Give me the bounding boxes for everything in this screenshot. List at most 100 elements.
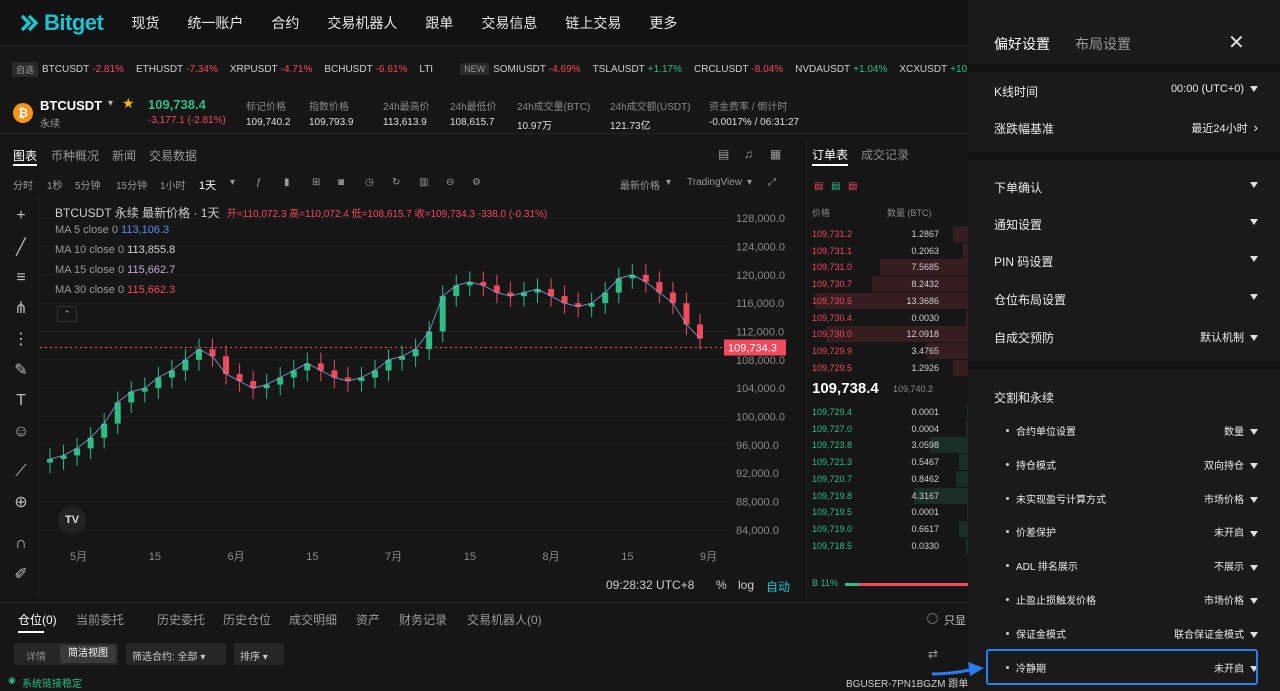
- ticker-item[interactable]: SOMIUSDT -4.69%: [493, 64, 580, 75]
- lock-draw-icon[interactable]: ✐: [11, 565, 31, 585]
- ask-row[interactable]: 109,729.5 1.2926: [807, 359, 969, 376]
- futures-setting-row[interactable]: 止盈止损触发价格 市场价格: [994, 590, 1258, 610]
- symbol-name[interactable]: BTCUSDT: [40, 98, 102, 113]
- ob-view-both-icon[interactable]: ▤: [814, 181, 823, 192]
- tab-assets[interactable]: 资产: [356, 611, 380, 628]
- order-confirm-setting[interactable]: 下单确认: [994, 177, 1258, 197]
- zoom-icon[interactable]: ⊕: [11, 493, 31, 513]
- grid-icon[interactable]: ▦: [770, 147, 781, 161]
- tab-news[interactable]: 新闻: [112, 147, 136, 164]
- filter-contract-select[interactable]: 筛选合约: 全部 ▾: [126, 643, 226, 665]
- bid-row[interactable]: 109,720.7 0.8462: [807, 470, 969, 487]
- tf-tick[interactable]: 分时: [13, 177, 33, 192]
- tab-trade-details[interactable]: 成交明细: [289, 611, 337, 628]
- tradingview-dropdown-icon[interactable]: ▾: [747, 177, 752, 188]
- ticker-item[interactable]: BCHUSDT -6.61%: [324, 64, 407, 75]
- horizontal-lines-icon[interactable]: ≡: [11, 268, 31, 288]
- bid-row[interactable]: 109,723.8 3.0598: [807, 437, 969, 454]
- bid-row[interactable]: 109,719.0 0.6617: [807, 520, 969, 537]
- trendline-icon[interactable]: ╱: [11, 238, 31, 258]
- fib-icon[interactable]: ⋮: [11, 330, 31, 350]
- bid-row[interactable]: 109,727.0 0.0004: [807, 420, 969, 437]
- pin-setting[interactable]: PIN 码设置: [994, 251, 1258, 271]
- ticker-item[interactable]: ETHUSDT -7.34%: [136, 64, 218, 75]
- emoji-icon[interactable]: ☺: [11, 422, 31, 442]
- symbol-dropdown-icon[interactable]: ▾: [108, 98, 113, 109]
- self-trade-prevention-setting[interactable]: 自成交预防 默认机制: [994, 327, 1258, 347]
- nav-trade-info[interactable]: 交易信息: [481, 13, 537, 33]
- bitget-logo[interactable]: Bitget: [18, 10, 104, 36]
- tab-trade-data[interactable]: 交易数据: [149, 147, 197, 164]
- notify-setting[interactable]: 通知设置: [994, 214, 1258, 234]
- sort-select[interactable]: 排序 ▾: [234, 643, 284, 665]
- fullscreen-icon[interactable]: ⤢: [768, 177, 776, 188]
- camera-icon[interactable]: ◙: [338, 177, 344, 188]
- ticker-item[interactable]: BTCUSDT -2.81%: [42, 64, 124, 75]
- kline-time-setting[interactable]: K线时间 00:00 (UTC+0): [994, 81, 1258, 101]
- futures-setting-row[interactable]: 未实现盈亏计算方式 市场价格: [994, 489, 1258, 509]
- position-layout-setting[interactable]: 仓位布局设置: [994, 289, 1258, 309]
- tab-orderbook[interactable]: 订单表: [812, 146, 848, 163]
- futures-setting-row[interactable]: 持仓模式 双向持仓: [994, 455, 1258, 475]
- ruler-icon[interactable]: ⟋: [11, 462, 31, 482]
- magnet-icon[interactable]: ∩: [11, 534, 31, 554]
- ticker-item[interactable]: LTI: [419, 64, 436, 75]
- tab-position-history[interactable]: 历史仓位: [223, 611, 271, 628]
- bid-row[interactable]: 109,719.5 0.0001: [807, 504, 969, 521]
- nav-trading-bots[interactable]: 交易机器人: [327, 13, 397, 33]
- futures-setting-row[interactable]: 价差保护 未开启: [994, 522, 1258, 542]
- tf-5m[interactable]: 5分钟: [75, 177, 101, 192]
- bell-icon[interactable]: ♫: [744, 147, 753, 161]
- ask-row[interactable]: 109,730.5 13.3686: [807, 292, 969, 309]
- ticker-item[interactable]: TSLAUSDT +1.17%: [593, 64, 682, 75]
- nav-onchain[interactable]: 链上交易: [565, 13, 621, 33]
- tf-1s[interactable]: 1秒: [47, 177, 63, 192]
- ask-row[interactable]: 109,730.7 8.2432: [807, 276, 969, 293]
- new-tag[interactable]: NEW: [460, 63, 490, 75]
- bid-row[interactable]: 109,729.4 0.0001: [807, 404, 969, 420]
- ask-row[interactable]: 109,731.1 0.2063: [807, 242, 969, 259]
- refresh-icon[interactable]: ↻: [392, 177, 400, 188]
- percent-toggle[interactable]: %: [716, 578, 727, 592]
- price-mode-dropdown-icon[interactable]: ▾: [666, 177, 671, 188]
- settings-gear-icon[interactable]: ⚙: [472, 177, 481, 188]
- close-icon[interactable]: ✕: [1228, 30, 1245, 55]
- nav-unified-account[interactable]: 统一账户: [187, 13, 243, 33]
- tab-financial-records[interactable]: 财务记录: [399, 611, 447, 628]
- text-icon[interactable]: T: [11, 391, 31, 411]
- tf-15m[interactable]: 15分钟: [116, 177, 147, 192]
- auto-toggle[interactable]: 自动: [766, 578, 790, 595]
- nav-more[interactable]: 更多: [649, 13, 677, 33]
- bid-row[interactable]: 109,721.3 0.5467: [807, 454, 969, 471]
- futures-setting-row[interactable]: ADL 排名展示 不展示: [994, 556, 1258, 576]
- futures-setting-row[interactable]: 保证金模式 联合保证金模式: [994, 624, 1258, 644]
- tab-positions[interactable]: 仓位(0): [18, 611, 57, 628]
- tab-order-history[interactable]: 历史委托: [157, 611, 205, 628]
- indicator-icon[interactable]: ƒ: [256, 177, 262, 188]
- candle-type-icon[interactable]: ▮: [284, 177, 290, 188]
- tradingview-select[interactable]: TradingView: [687, 177, 742, 188]
- log-toggle[interactable]: log: [738, 578, 754, 592]
- ask-row[interactable]: 109,731.2 1.2867: [807, 226, 969, 242]
- calendar-icon[interactable]: ▥: [419, 177, 428, 188]
- favorite-star-icon[interactable]: ★: [122, 95, 135, 112]
- clipboard-icon[interactable]: ▤: [718, 147, 729, 161]
- tab-layout-settings[interactable]: 布局设置: [1075, 34, 1131, 54]
- nav-futures[interactable]: 合约: [271, 13, 299, 33]
- tf-dropdown-icon[interactable]: ▾: [230, 177, 235, 188]
- only-show-checkbox[interactable]: [927, 613, 938, 624]
- tf-1h[interactable]: 1小时: [160, 177, 186, 192]
- price-chart[interactable]: 128,000.0 124,000.0 120,000.0 116,000.0 112,…: [40, 196, 796, 574]
- bid-row[interactable]: 109,718.5 0.0330: [807, 537, 969, 554]
- ask-row[interactable]: 109,730.0 12.0918: [807, 326, 969, 343]
- collapse-legend-button[interactable]: ⌃: [57, 306, 77, 322]
- tab-coin-overview[interactable]: 币种概况: [51, 147, 99, 164]
- pitchfork-icon[interactable]: ⋔: [11, 299, 31, 319]
- filter-sliders-icon[interactable]: ⇄: [928, 647, 938, 661]
- view-simple-option[interactable]: 简洁视图: [60, 645, 116, 663]
- favorites-tag[interactable]: 自选: [12, 61, 39, 77]
- nav-spot[interactable]: 现货: [131, 13, 159, 33]
- change-base-setting[interactable]: 涨跌幅基准 最近24小时 ›: [994, 118, 1258, 138]
- tf-1d[interactable]: 1天: [199, 177, 216, 193]
- alarm-icon[interactable]: ◷: [365, 177, 374, 188]
